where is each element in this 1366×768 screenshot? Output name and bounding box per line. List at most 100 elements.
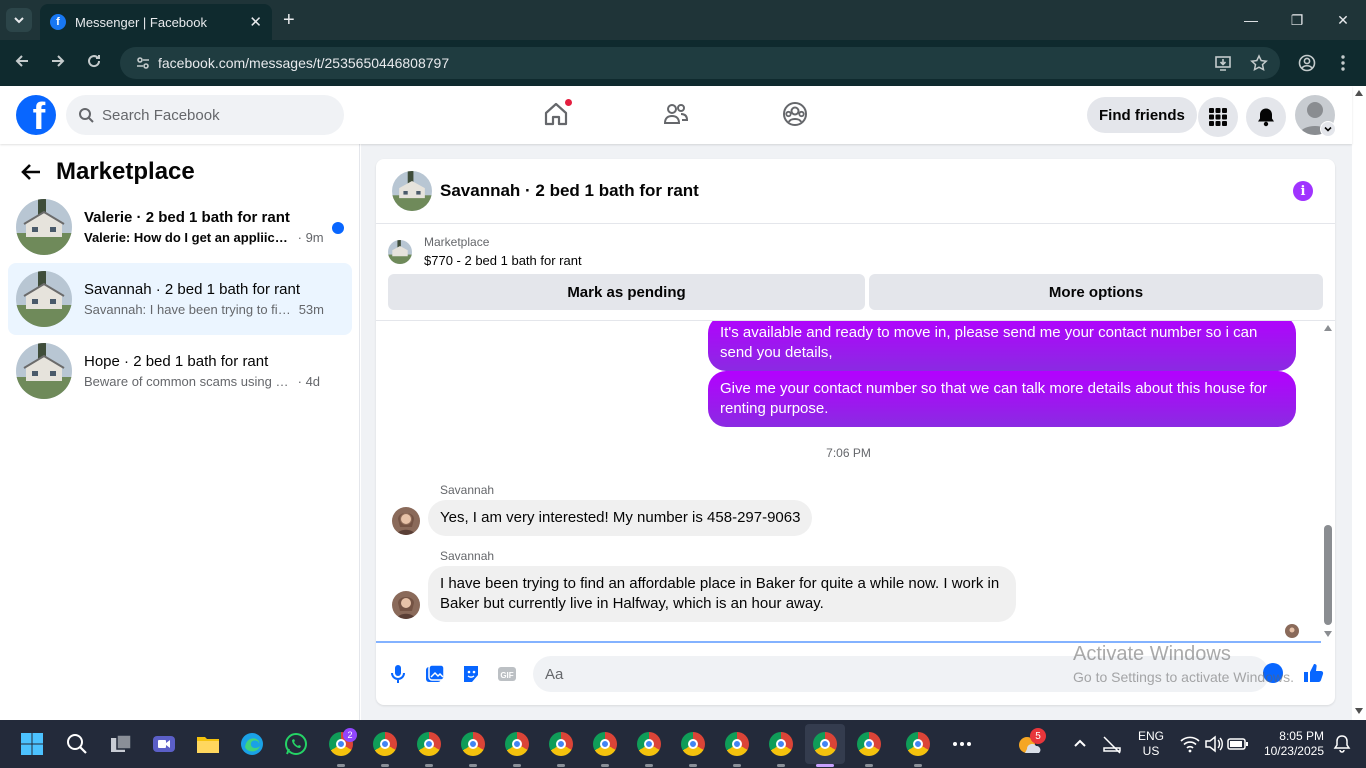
sender-avatar[interactable] <box>392 507 420 535</box>
listing-title: $770 - 2 bed 1 bath for rant <box>424 253 582 268</box>
conversation-item-valerie[interactable]: Valerie · 2 bed 1 bath for rant Valerie:… <box>8 191 352 263</box>
chevron-up-icon[interactable] <box>1068 732 1092 756</box>
chrome-profile-icon[interactable] <box>417 732 441 756</box>
message-scrollbar[interactable] <box>1321 321 1335 641</box>
more-apps-icon[interactable] <box>950 732 974 756</box>
chrome-profile-icon[interactable] <box>725 732 749 756</box>
facebook-logo-icon[interactable]: f <box>16 95 56 135</box>
info-icon[interactable]: i <box>1293 181 1313 201</box>
microphone-icon[interactable] <box>390 664 406 684</box>
task-view-icon[interactable] <box>109 732 133 756</box>
site-settings-icon[interactable] <box>128 55 158 71</box>
address-bar-row: facebook.com/messages/t/2535650446808797 <box>0 40 1366 86</box>
chrome-profile-icon[interactable] <box>373 732 397 756</box>
browser-tab[interactable]: f Messenger | Facebook ✕ <box>40 4 272 40</box>
chrome-profile-icon[interactable] <box>813 732 837 756</box>
scroll-up-icon[interactable] <box>1324 325 1332 331</box>
search-icon[interactable] <box>65 732 89 756</box>
menu-button[interactable] <box>1198 97 1238 137</box>
account-chevron-icon[interactable] <box>1320 121 1336 137</box>
friends-nav[interactable] <box>663 101 689 127</box>
incoming-message: Yes, I am very interested! My number is … <box>428 500 813 536</box>
omnibox[interactable]: facebook.com/messages/t/2535650446808797 <box>120 47 1280 79</box>
scrollbar-thumb[interactable] <box>1324 525 1332 625</box>
reload-icon[interactable] <box>86 53 102 69</box>
groups-icon <box>783 102 807 126</box>
wifi-icon[interactable] <box>1178 732 1202 756</box>
new-tab-button[interactable]: + <box>283 10 295 30</box>
listing-thumbnail <box>388 239 412 264</box>
bookmark-star-icon[interactable] <box>1250 54 1268 72</box>
forward-arrow-icon[interactable] <box>50 53 66 69</box>
find-friends-button[interactable]: Find friends <box>1087 97 1197 133</box>
emoji-icon[interactable] <box>1263 663 1283 683</box>
conversation-item-hope[interactable]: Hope · 2 bed 1 bath for rant Beware of c… <box>8 335 352 407</box>
battery-icon[interactable] <box>1226 732 1250 756</box>
network-off-icon[interactable] <box>1100 732 1124 756</box>
profile-icon[interactable] <box>1298 54 1316 72</box>
home-nav[interactable] <box>543 98 573 127</box>
sender-avatar[interactable] <box>392 591 420 619</box>
notifications-button[interactable] <box>1246 97 1286 137</box>
minimize-button[interactable]: — <box>1228 0 1274 40</box>
groups-nav[interactable] <box>782 101 808 127</box>
language-indicator[interactable]: ENG US <box>1138 720 1164 768</box>
marketplace-listing[interactable]: Marketplace $770 - 2 bed 1 bath for rant <box>388 235 582 268</box>
whatsapp-icon[interactable] <box>284 732 308 756</box>
file-explorer-icon[interactable] <box>196 732 220 756</box>
conversation-name: Hope · 2 bed 1 bath for rant <box>84 353 269 370</box>
listing-thumbnail[interactable] <box>392 171 432 211</box>
chrome-profile-icon[interactable] <box>906 732 930 756</box>
more-options-button[interactable]: More options <box>869 274 1323 310</box>
scroll-down-icon[interactable] <box>1355 708 1363 714</box>
scroll-down-icon[interactable] <box>1324 631 1332 637</box>
thumbs-up-icon[interactable] <box>1302 662 1324 684</box>
volume-icon[interactable] <box>1202 732 1226 756</box>
chrome-profile-icon[interactable] <box>857 732 881 756</box>
sticker-icon[interactable] <box>461 664 481 684</box>
chrome-profile-icon[interactable] <box>549 732 573 756</box>
chat-header: Savannah · 2 bed 1 bath for rant i <box>376 159 1335 224</box>
notification-bell-icon[interactable] <box>1330 732 1354 756</box>
gif-icon[interactable]: GIF <box>497 664 517 684</box>
chat-window: Savannah · 2 bed 1 bath for rant i Marke… <box>376 159 1335 705</box>
mark-as-pending-button[interactable]: Mark as pending <box>388 274 865 310</box>
back-arrow-icon[interactable] <box>20 161 42 183</box>
edge-icon[interactable] <box>240 732 264 756</box>
chrome-profile-icon[interactable] <box>681 732 705 756</box>
message-input-box[interactable] <box>533 656 1269 692</box>
chat-title[interactable]: Savannah · 2 bed 1 bath for rant <box>440 181 699 201</box>
listing-thumbnail <box>16 199 72 255</box>
system-clock[interactable]: 8:05 PM 10/23/2025 <box>1258 729 1324 759</box>
outgoing-message: It's available and ready to move in, ple… <box>708 321 1296 371</box>
message-input[interactable] <box>545 665 1145 683</box>
chrome-profile-icon[interactable] <box>769 732 793 756</box>
window-controls: — ❐ ✕ <box>1228 0 1366 40</box>
back-arrow-icon[interactable] <box>14 53 30 69</box>
facebook-search[interactable] <box>66 95 344 135</box>
windows-start-icon[interactable] <box>20 732 44 756</box>
page-scrollbar[interactable] <box>1352 86 1366 720</box>
seen-avatar <box>1285 624 1299 638</box>
conversation-item-savannah[interactable]: Savannah · 2 bed 1 bath for rant Savanna… <box>8 263 352 335</box>
close-tab-icon[interactable]: ✕ <box>249 13 262 31</box>
chrome-profile-icon[interactable] <box>637 732 661 756</box>
meet-icon[interactable] <box>152 732 176 756</box>
scroll-up-icon[interactable] <box>1355 90 1363 96</box>
close-window-button[interactable]: ✕ <box>1320 0 1366 40</box>
conversation-preview: Savannah: I have been trying to find... <box>84 302 292 317</box>
chrome-profile-icon[interactable] <box>505 732 529 756</box>
tab-search-button[interactable] <box>6 8 32 32</box>
search-input[interactable] <box>102 106 322 124</box>
sender-name: Savannah <box>440 483 495 497</box>
listing-thumbnail <box>16 343 72 399</box>
conversation-name: Valerie · 2 bed 1 bath for rant <box>84 209 290 226</box>
conversation-time: · 4d <box>297 374 321 389</box>
maximize-button[interactable]: ❐ <box>1274 0 1320 40</box>
browser-menu-icon[interactable] <box>1336 54 1350 72</box>
photo-icon[interactable] <box>425 664 445 684</box>
install-app-icon[interactable] <box>1214 54 1232 72</box>
chrome-profile-icon[interactable] <box>461 732 485 756</box>
conversation-time: 53m <box>298 302 324 317</box>
chrome-profile-icon[interactable] <box>593 732 617 756</box>
